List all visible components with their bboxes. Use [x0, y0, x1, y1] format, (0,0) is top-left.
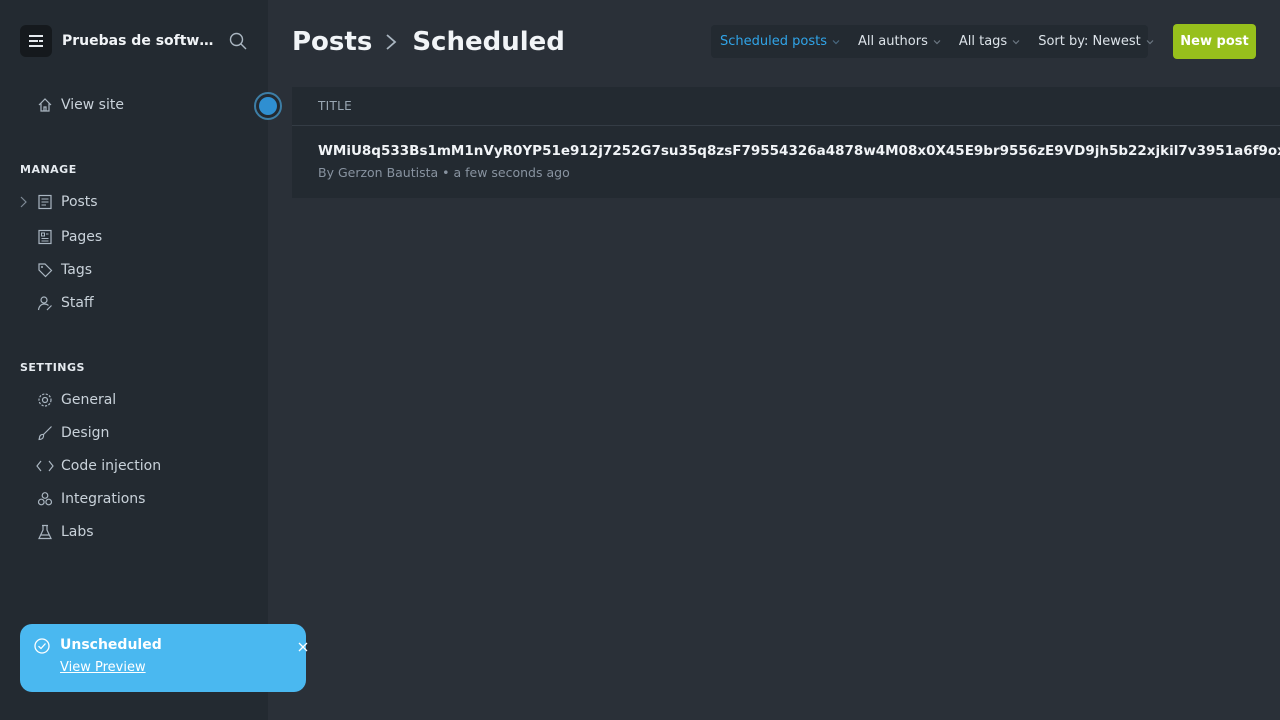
chevron-down-icon: [933, 39, 941, 44]
sidebar-item-label: Design: [61, 425, 110, 441]
sidebar-item-integrations[interactable]: Integrations: [36, 488, 145, 510]
column-header-title: TITLE: [292, 87, 1280, 126]
breadcrumb: Posts Scheduled: [292, 24, 565, 60]
posts-table: TITLE WMiU8q533Bs1mM1nVyR0YP51e912j7252G…: [292, 87, 1280, 198]
brush-icon: [36, 424, 54, 442]
post-meta: By Gerzon Bautista • a few seconds ago: [318, 165, 570, 180]
sidebar-item-labs[interactable]: Labs: [36, 521, 94, 543]
sidebar-item-pages[interactable]: Pages: [36, 226, 102, 248]
close-icon[interactable]: [296, 640, 310, 654]
sidebar-item-design[interactable]: Design: [36, 422, 109, 444]
tags-filter[interactable]: All tags: [950, 25, 1029, 58]
flask-icon: [36, 523, 54, 541]
chevron-right-icon: [384, 33, 400, 51]
chevron-right-icon[interactable]: [18, 195, 30, 209]
sidebar-item-label: Code injection: [61, 458, 162, 474]
sidebar-item-label: Tags: [61, 262, 92, 278]
sidebar-item-staff[interactable]: Staff: [36, 292, 94, 314]
chevron-down-icon: [1146, 39, 1154, 44]
sidebar-item-label: Posts: [61, 194, 98, 210]
page-title: Scheduled: [412, 27, 565, 57]
site-name[interactable]: Pruebas de software: [62, 33, 218, 49]
sidebar-item-label: Labs: [61, 524, 94, 540]
view-site-link[interactable]: View site: [36, 94, 124, 116]
brand: Pruebas de software: [20, 25, 248, 57]
tags-filter-label: All tags: [958, 34, 1008, 49]
filter-bar: Scheduled posts All authors All tags Sor…: [711, 25, 1154, 58]
sort-filter[interactable]: Sort by: Newest: [1029, 25, 1163, 58]
authors-filter[interactable]: All authors: [849, 25, 950, 58]
sidebar-item-label: Staff: [61, 295, 94, 311]
breadcrumb-root[interactable]: Posts: [292, 27, 372, 57]
sidebar-item-label: Integrations: [61, 491, 146, 507]
authors-filter-label: All authors: [857, 34, 928, 49]
view-preview-link[interactable]: View Preview: [60, 660, 146, 675]
chevron-down-icon: [832, 39, 840, 44]
new-post-button[interactable]: New post: [1173, 24, 1256, 59]
notification-toast: Unscheduled View Preview: [20, 624, 308, 692]
sidebar-item-posts[interactable]: Posts: [36, 191, 98, 213]
post-type-filter[interactable]: Scheduled posts: [711, 25, 849, 58]
manage-section-title: MANAGE: [20, 163, 77, 176]
tag-icon: [36, 261, 54, 279]
integrations-icon: [36, 490, 54, 508]
pages-icon: [36, 228, 54, 246]
table-row[interactable]: WMiU8q533Bs1mM1nVyR0YP51e912j7252G7su35q…: [292, 126, 1280, 197]
sidebar-item-label: Pages: [61, 229, 103, 245]
chevron-down-icon: [1012, 39, 1020, 44]
site-logo-icon[interactable]: [20, 25, 52, 57]
view-site-label: View site: [61, 97, 124, 113]
toast-title: Unscheduled: [60, 637, 162, 653]
code-icon: [36, 457, 54, 475]
post-title[interactable]: WMiU8q533Bs1mM1nVyR0YP51e912j7252G7su35q…: [318, 143, 1280, 159]
gear-icon: [36, 391, 54, 409]
settings-section-title: SETTINGS: [20, 361, 85, 374]
staff-icon: [36, 294, 54, 312]
sidebar-item-code-injection[interactable]: Code injection: [36, 455, 161, 477]
search-icon[interactable]: [228, 31, 248, 51]
sidebar-item-label: General: [61, 392, 117, 408]
post-type-filter-label: Scheduled posts: [720, 34, 827, 49]
avatar[interactable]: [254, 92, 282, 120]
sidebar-item-general[interactable]: General: [36, 389, 116, 411]
sort-filter-label: Sort by: Newest: [1038, 34, 1141, 49]
home-icon: [36, 96, 54, 114]
posts-icon: [36, 193, 54, 211]
sidebar: Pruebas de software View site MANAGE Pos…: [0, 0, 268, 720]
sidebar-item-tags[interactable]: Tags: [36, 259, 92, 281]
check-circle-icon: [34, 638, 50, 654]
